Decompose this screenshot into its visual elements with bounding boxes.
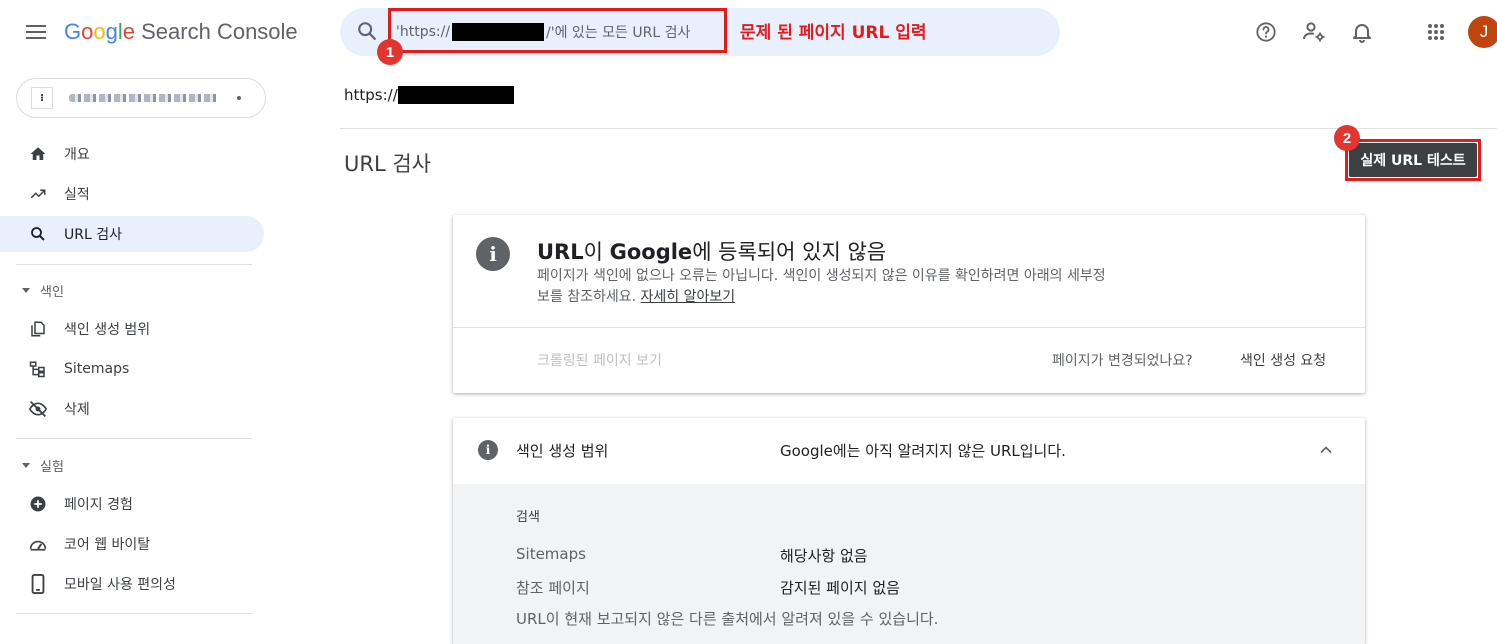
annotation-marker-1: 1 [377, 39, 403, 65]
sidebar-item-page-experience[interactable]: 페이지 경험 [0, 486, 264, 522]
status-title-google: Google [609, 240, 693, 264]
sidebar-section-title: 색인 [40, 285, 64, 300]
request-indexing-button[interactable]: 색인 생성 요청 [1240, 350, 1326, 370]
coverage-label: 색인 생성 범위 [516, 442, 609, 460]
menu-icon[interactable] [20, 16, 52, 48]
info-icon: i [476, 237, 510, 271]
detail-row-value: 해당사항 없음 [780, 547, 868, 565]
view-crawled-page-link[interactable]: 크롤링된 페이지 보기 [537, 350, 662, 370]
sidebar-divider [16, 613, 252, 614]
sidebar-item-label: 삭제 [64, 402, 90, 418]
sidebar-item-label: 개요 [64, 147, 90, 163]
collapse-arrow-icon [22, 288, 30, 293]
info-icon: i [478, 440, 498, 460]
coverage-status: Google에는 아직 알려지지 않은 URL입니다. [780, 442, 1066, 460]
search-icon [28, 224, 48, 244]
redacted-url [397, 86, 514, 104]
detail-row-label: 참조 페이지 [516, 579, 590, 597]
status-title-part: 에 등록되어 있지 않음 [692, 240, 887, 264]
manage-users-icon[interactable] [1300, 18, 1328, 46]
detail-row-label: Sitemaps [516, 545, 586, 563]
card-divider [453, 327, 1365, 328]
sidebar-item-label: URL 검사 [64, 227, 122, 243]
help-icon[interactable] [1252, 18, 1280, 46]
search-icon[interactable] [356, 20, 380, 44]
index-status-title: URL이 Google에 등록되어 있지 않음 [537, 236, 886, 266]
property-name-blurred [69, 94, 219, 102]
sidebar-divider [16, 438, 252, 439]
sidebar-item-core-web-vitals[interactable]: 코어 웹 바이탈 [0, 526, 264, 562]
property-favicon: ⁝ [31, 87, 53, 109]
page-changed-question: 페이지가 변경되었나요? [1052, 353, 1193, 369]
coverage-card: i 색인 생성 범위 Google에는 아직 알려지지 않은 URL입니다. 검… [453, 418, 1365, 644]
sidebar-item-sitemaps[interactable]: Sitemaps [0, 351, 264, 387]
home-icon [28, 144, 48, 164]
sitemap-icon [28, 359, 48, 379]
sidebar-item-label: 코어 웹 바이탈 [64, 537, 151, 553]
content-divider [340, 128, 1497, 129]
visibility-off-icon [28, 399, 48, 419]
sidebar-item-label: 모바일 사용 편의성 [64, 577, 176, 593]
add-circle-icon [28, 494, 48, 514]
sidebar-section-index[interactable]: 색인 [22, 281, 64, 300]
inspected-url: https:// [344, 86, 514, 104]
sidebar-item-overview[interactable]: 개요 [0, 136, 264, 172]
property-dropdown-indicator [237, 96, 241, 100]
notifications-icon[interactable] [1348, 18, 1376, 46]
avatar[interactable]: J [1468, 16, 1497, 48]
annotation-box-1 [388, 8, 727, 53]
coverage-section-title: 검색 [516, 510, 540, 525]
sidebar-item-performance[interactable]: 실적 [0, 176, 264, 212]
trending-up-icon [28, 184, 48, 204]
annotation-marker-2: 2 [1334, 125, 1360, 151]
annotation-note: 문제 된 페이지 URL 입력 [740, 23, 927, 43]
coverage-header[interactable]: i 색인 생성 범위 Google에는 아직 알려지지 않은 URL입니다. [453, 418, 1365, 484]
top-app-bar: Google Search Console 'https:// /'에 있는 모… [0, 0, 1497, 65]
apps-grid-icon[interactable] [1422, 18, 1450, 46]
page-title: URL 검사 [344, 152, 431, 176]
learn-more-link[interactable]: 자세히 알아보기 [641, 289, 736, 305]
status-title-url: URL [537, 240, 584, 264]
sidebar-item-mobile-usability[interactable]: 모바일 사용 편의성 [0, 566, 264, 602]
sidebar-section-title: 실험 [40, 460, 64, 475]
property-selector[interactable]: ⁝ [16, 78, 266, 118]
sidebar-item-label: Sitemaps [64, 361, 130, 377]
status-desc-text: 페이지가 색인에 없으나 오류는 아닙니다. 색인이 생성되지 않은 이유를 확… [537, 268, 1106, 305]
file-copy-icon [28, 319, 48, 339]
coverage-details: 검색 Sitemaps 해당사항 없음 참조 페이지 감지된 페이지 없음 UR… [453, 484, 1365, 644]
annotation-box-2 [1345, 139, 1481, 181]
app-title: Search Console [135, 19, 298, 44]
inspected-url-prefix: https:// [344, 86, 398, 104]
sidebar-item-label: 색인 생성 범위 [64, 322, 151, 338]
sidebar-item-label: 페이지 경험 [64, 497, 133, 513]
sidebar-divider [16, 264, 252, 265]
smartphone-icon [28, 574, 48, 594]
sidebar-section-experimental[interactable]: 실험 [22, 456, 64, 475]
index-status-card: i URL이 Google에 등록되어 있지 않음 페이지가 색인에 없으나 오… [453, 215, 1365, 393]
status-title-part: 이 [583, 240, 610, 264]
detail-row-value: 감지된 페이지 없음 [780, 579, 900, 597]
sidebar-item-coverage[interactable]: 색인 생성 범위 [0, 311, 264, 347]
sidebar-item-removals[interactable]: 삭제 [0, 391, 264, 427]
index-status-description: 페이지가 색인에 없으나 오류는 아닙니다. 색인이 생성되지 않은 이유를 확… [537, 266, 1117, 308]
speed-icon [28, 534, 48, 554]
app-logo[interactable]: Google Search Console [64, 19, 298, 45]
coverage-note: URL이 현재 보고되지 않은 다른 출처에서 알려져 있을 수 있습니다. [516, 610, 939, 628]
chevron-up-icon[interactable] [1316, 440, 1340, 464]
collapse-arrow-icon [22, 463, 30, 468]
sidebar-item-label: 실적 [64, 187, 90, 203]
sidebar-item-url-inspection[interactable]: URL 검사 [0, 216, 264, 252]
